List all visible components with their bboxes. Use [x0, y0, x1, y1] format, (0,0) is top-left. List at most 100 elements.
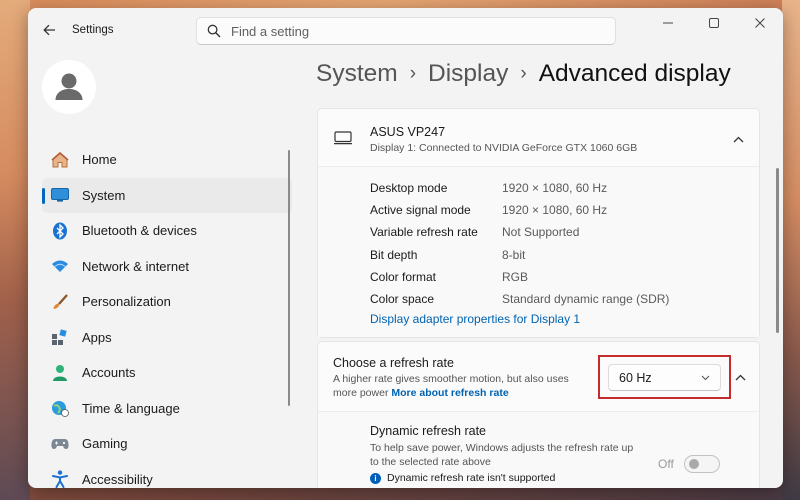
title-bar: Settings [28, 8, 783, 52]
sidebar-item-label: Apps [82, 329, 112, 345]
property-value: 1920 × 1080, 60 Hz [502, 181, 608, 196]
globe-icon [50, 398, 70, 418]
chevron-down-icon [701, 375, 710, 380]
sidebar-item-accessibility[interactable]: Accessibility [42, 462, 292, 488]
display-info-card: ASUS VP247 Display 1: Connected to NVIDI… [317, 108, 760, 338]
display-name: ASUS VP247 [370, 125, 446, 139]
breadcrumb-display[interactable]: Display [428, 60, 508, 88]
apps-icon [50, 327, 70, 347]
dynamic-refresh-rate-toggle[interactable] [683, 455, 720, 473]
window-controls [645, 8, 783, 38]
maximize-button[interactable] [691, 8, 737, 38]
accounts-icon [50, 363, 70, 383]
home-icon [50, 150, 70, 170]
sidebar-item-label: Personalization [82, 294, 171, 310]
settings-window: Settings Home [28, 8, 783, 488]
back-button[interactable] [36, 18, 62, 42]
sidebar-item-accounts[interactable]: Accounts [42, 355, 292, 391]
refresh-rate-description: A higher rate gives smoother motion, but… [333, 373, 593, 400]
sidebar-item-label: Home [82, 152, 117, 168]
sidebar-item-network[interactable]: Network & internet [42, 249, 292, 285]
monitor-icon [334, 131, 352, 145]
sidebar-item-home[interactable]: Home [42, 142, 292, 178]
search-icon [207, 24, 221, 38]
property-label: Color format [370, 269, 437, 284]
dynamic-refresh-rate-toggle-group: Off [658, 455, 720, 473]
breadcrumb: System › Display › Advanced display [316, 60, 731, 88]
desktop-wallpaper-right [782, 0, 800, 500]
toggle-state-label: Off [658, 457, 674, 471]
breadcrumb-system[interactable]: System [316, 60, 398, 88]
refresh-rate-row: Choose a refresh rate A higher rate give… [318, 342, 759, 412]
brush-icon [50, 292, 70, 312]
property-row: Bit depth 8-bit [370, 244, 759, 266]
sidebar-item-apps[interactable]: Apps [42, 320, 292, 356]
bluetooth-icon [50, 221, 70, 241]
sidebar-nav: Home System Bluetooth & devices Network … [42, 142, 292, 488]
gamepad-icon [50, 434, 70, 454]
sidebar-item-label: Gaming [82, 436, 128, 452]
property-row: Color format RGB [370, 266, 759, 288]
main-content: ASUS VP247 Display 1: Connected to NVIDI… [317, 108, 760, 488]
arrow-left-icon [42, 24, 55, 36]
display-adapter-properties-link[interactable]: Display adapter properties for Display 1 [370, 312, 759, 326]
sidebar-item-time-language[interactable]: Time & language [42, 391, 292, 427]
chevron-up-icon[interactable] [730, 131, 746, 147]
property-label: Color space [370, 292, 435, 307]
property-value: 1920 × 1080, 60 Hz [502, 203, 608, 218]
sidebar-item-system[interactable]: System [42, 177, 292, 213]
property-value: RGB [502, 269, 529, 284]
sidebar-item-label: Time & language [82, 400, 180, 416]
display-properties: Desktop mode 1920 × 1080, 60 Hz Active s… [318, 167, 759, 337]
chevron-up-icon[interactable] [732, 369, 748, 385]
close-button[interactable] [737, 8, 783, 38]
system-icon [50, 185, 70, 205]
property-row: Color space Standard dynamic range (SDR) [370, 288, 759, 310]
search-input[interactable] [231, 23, 591, 39]
dynamic-refresh-rate-note-text: Dynamic refresh rate isn't supported [387, 472, 556, 484]
minimize-icon [663, 22, 673, 24]
sidebar-item-label: Accessibility [82, 471, 153, 487]
wifi-icon [50, 256, 70, 276]
property-row: Active signal mode 1920 × 1080, 60 Hz [370, 199, 759, 221]
breadcrumb-separator: › [520, 63, 527, 84]
avatar[interactable] [42, 60, 96, 114]
property-label: Bit depth [370, 247, 418, 262]
sidebar-item-bluetooth[interactable]: Bluetooth & devices [42, 213, 292, 249]
sidebar-scrollbar[interactable] [288, 150, 290, 406]
property-label: Active signal mode [370, 203, 471, 218]
refresh-rate-dropdown[interactable]: 60 Hz [608, 364, 721, 391]
sidebar-item-label: Network & internet [82, 258, 189, 274]
content-scrollbar[interactable] [776, 168, 779, 333]
dynamic-refresh-rate-title: Dynamic refresh rate [370, 424, 487, 438]
sidebar-item-label: Bluetooth & devices [82, 223, 197, 239]
breadcrumb-separator: › [409, 63, 417, 84]
sidebar-item-label: Accounts [82, 365, 136, 381]
desktop-wallpaper-left [0, 0, 30, 500]
refresh-rate-selected-value: 60 Hz [619, 370, 652, 385]
highlight-box: 60 Hz [598, 355, 731, 399]
sidebar-item-label: System [82, 187, 126, 203]
accessibility-icon [50, 469, 70, 488]
info-icon: i [370, 472, 381, 484]
dynamic-refresh-rate-row: Dynamic refresh rate To help save power,… [318, 412, 759, 488]
page-title: Advanced display [538, 60, 731, 87]
property-value: 8-bit [502, 247, 526, 262]
dynamic-refresh-rate-note: i Dynamic refresh rate isn't supported [370, 472, 555, 484]
more-about-refresh-rate-link[interactable]: More about refresh rate [391, 387, 508, 399]
user-avatar-icon [55, 73, 83, 100]
refresh-rate-card: Choose a refresh rate A higher rate give… [317, 341, 760, 488]
minimize-button[interactable] [645, 8, 691, 38]
property-value: Not Supported [502, 225, 580, 240]
display-connection-text: Display 1: Connected to NVIDIA GeForce G… [370, 142, 638, 154]
property-row: Variable refresh rate Not Supported [370, 221, 759, 243]
sidebar-item-personalization[interactable]: Personalization [42, 284, 292, 320]
display-info-header[interactable]: ASUS VP247 Display 1: Connected to NVIDI… [318, 109, 759, 167]
property-label: Desktop mode [370, 181, 448, 196]
property-value: Standard dynamic range (SDR) [502, 292, 670, 307]
app-title: Settings [72, 24, 114, 36]
search-box[interactable] [196, 17, 616, 45]
refresh-rate-title: Choose a refresh rate [333, 356, 454, 370]
sidebar-item-gaming[interactable]: Gaming [42, 426, 292, 462]
maximize-icon [709, 18, 719, 28]
